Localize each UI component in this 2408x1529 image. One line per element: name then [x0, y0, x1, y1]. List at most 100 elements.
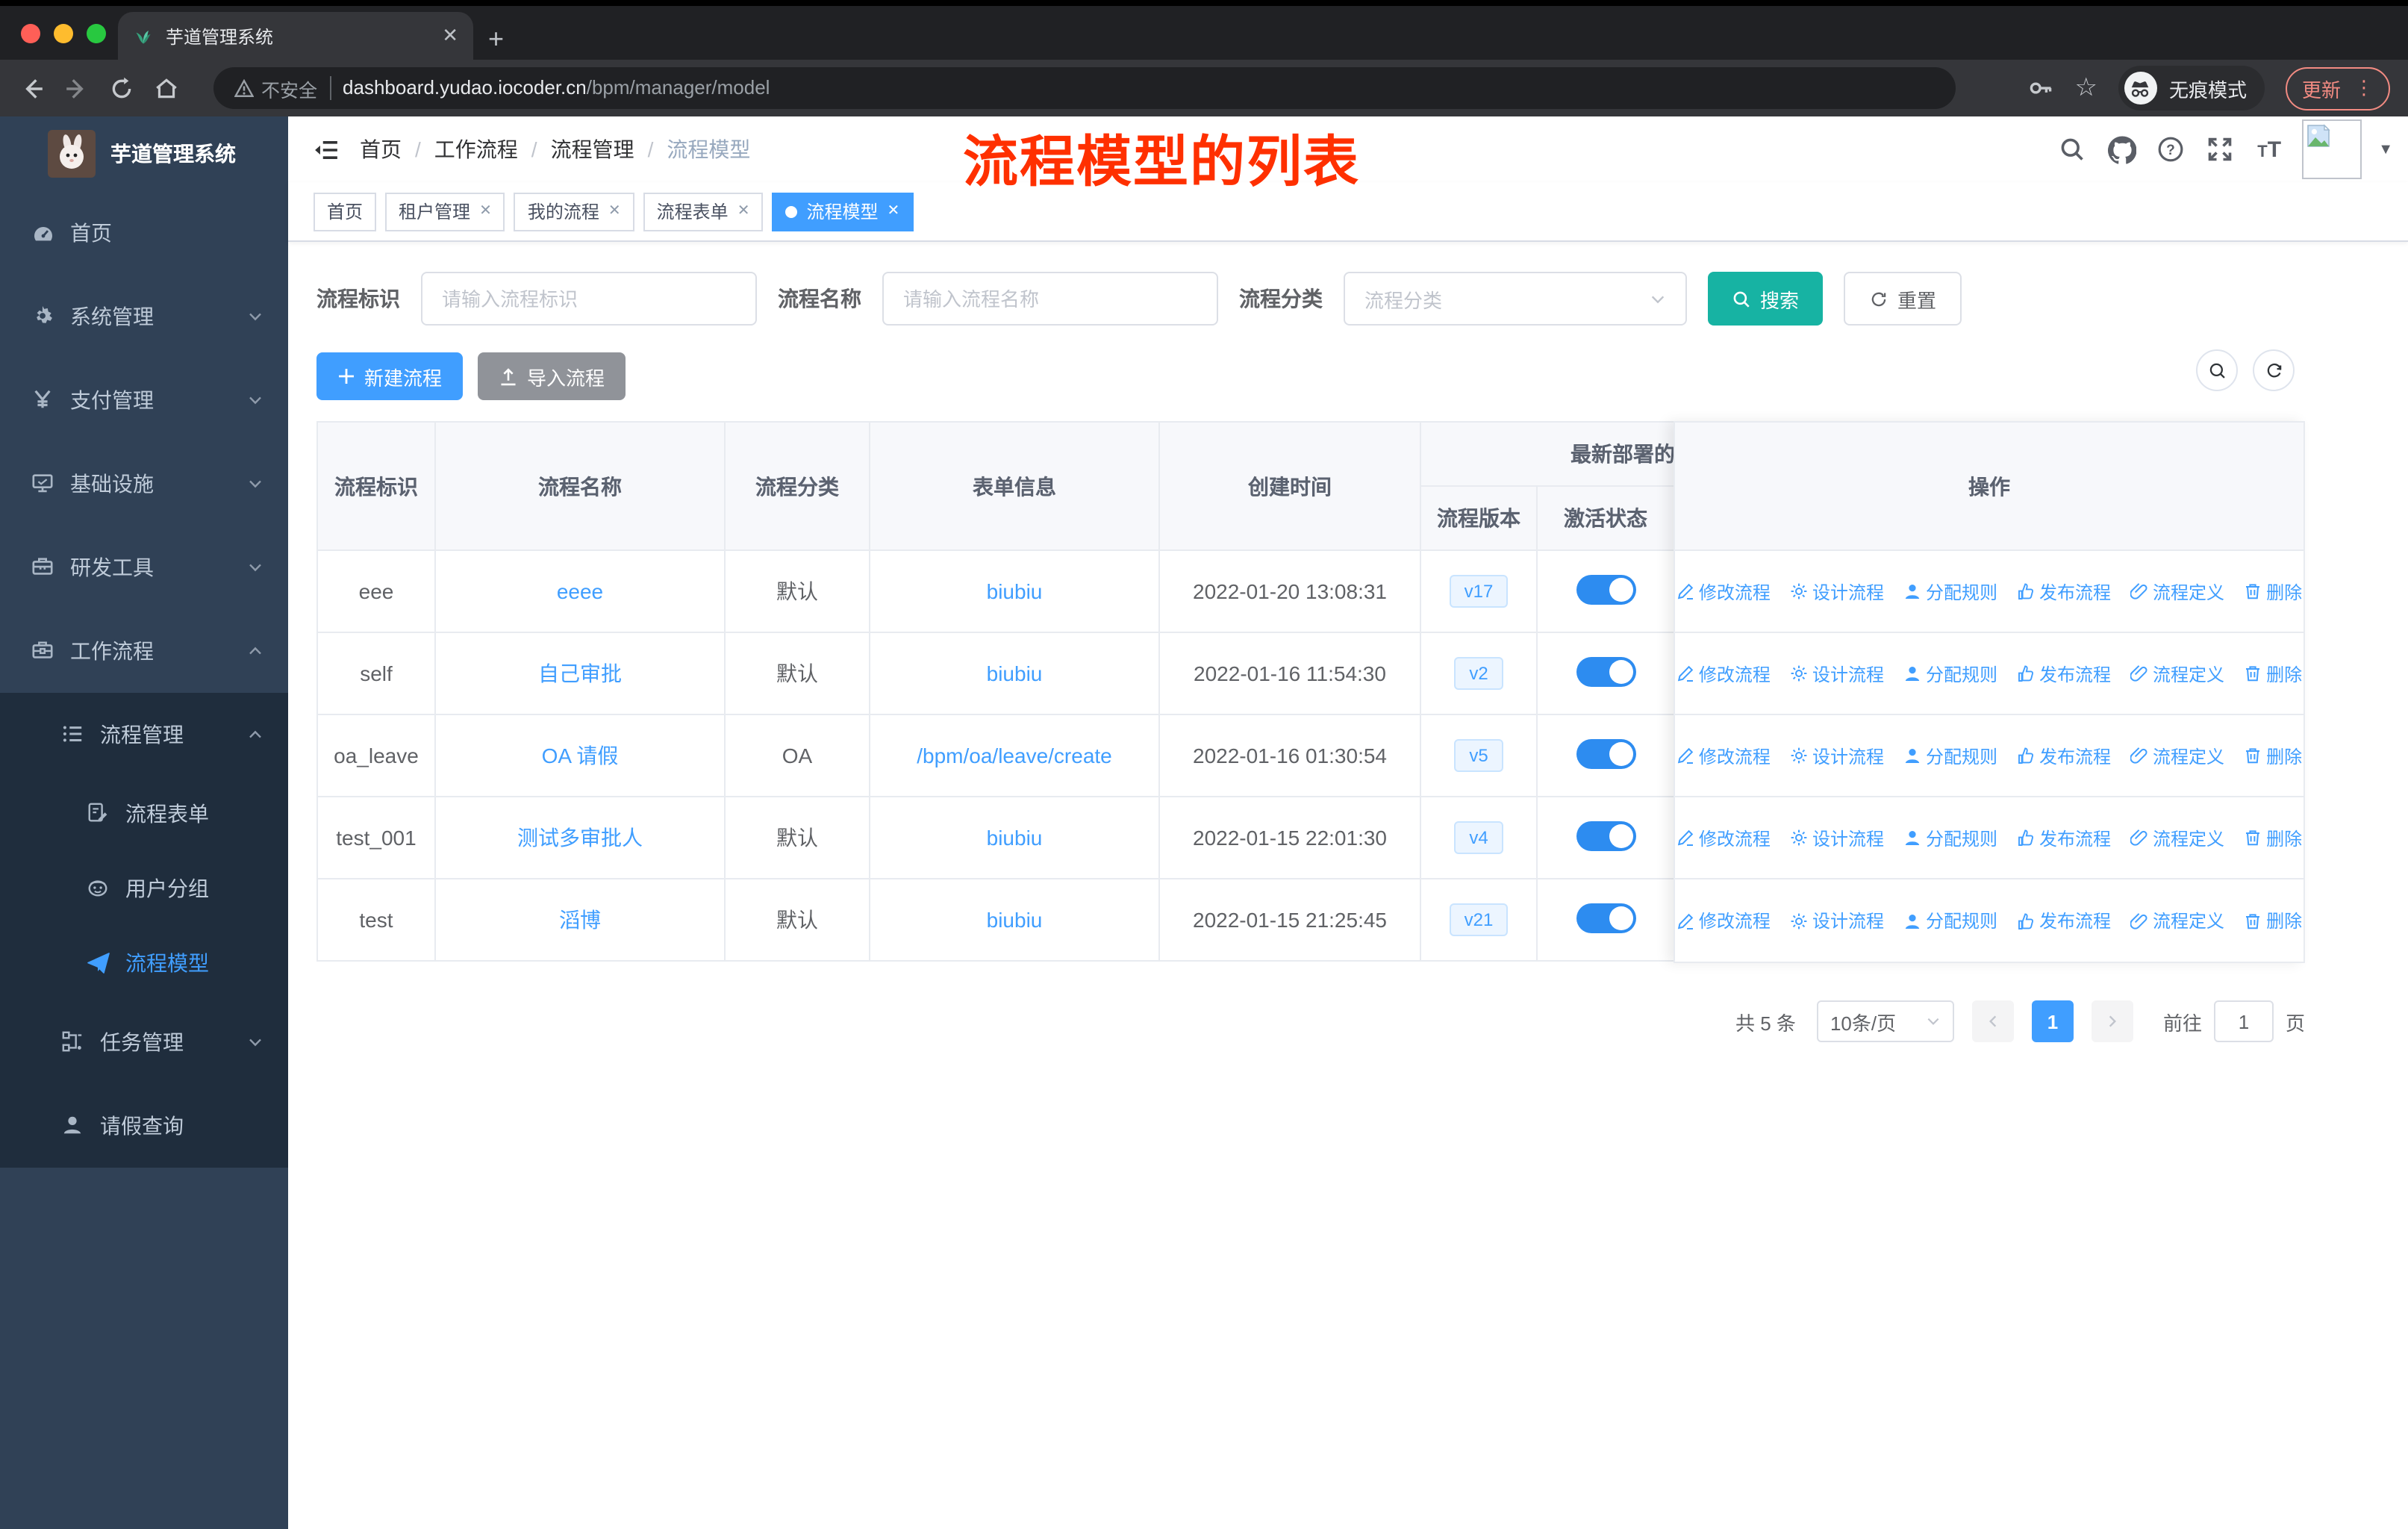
- breadcrumb-workflow[interactable]: 工作流程: [434, 134, 518, 164]
- sidebar-item-任务管理[interactable]: 任务管理: [0, 1000, 288, 1084]
- sidebar-item-工作流程[interactable]: 工作流程: [0, 609, 288, 693]
- action-设计流程[interactable]: 设计流程: [1790, 908, 1884, 933]
- tag-流程模型[interactable]: 流程模型 ✕: [772, 192, 914, 231]
- page-size-select[interactable]: 10条/页: [1816, 1000, 1954, 1042]
- action-分配规则[interactable]: 分配规则: [1903, 661, 1997, 686]
- breadcrumb-home[interactable]: 首页: [360, 134, 402, 164]
- active-toggle[interactable]: [1576, 656, 1635, 686]
- update-chip[interactable]: 更新 ⋮: [2285, 66, 2390, 110]
- sidebar-item-支付管理[interactable]: 支付管理: [0, 358, 288, 442]
- process-name-link[interactable]: OA 请假: [542, 744, 619, 767]
- toggle-search-button[interactable]: [2196, 349, 2238, 391]
- action-发布流程[interactable]: 发布流程: [2017, 661, 2111, 686]
- process-name-link[interactable]: 自己审批: [538, 661, 622, 685]
- process-name-link[interactable]: eeee: [557, 579, 603, 603]
- help-icon[interactable]: ?: [2154, 136, 2187, 163]
- tag-流程表单[interactable]: 流程表单 ✕: [643, 192, 764, 231]
- sidebar-item-请假查询[interactable]: 请假查询: [0, 1084, 288, 1168]
- action-发布流程[interactable]: 发布流程: [2017, 579, 2111, 604]
- process-name-link[interactable]: 测试多审批人: [517, 826, 643, 850]
- action-发布流程[interactable]: 发布流程: [2017, 743, 2111, 768]
- sidebar-item-流程表单[interactable]: 流程表单: [0, 776, 288, 851]
- process-name-link[interactable]: 滔博: [559, 908, 601, 932]
- window-controls[interactable]: [21, 24, 106, 43]
- action-删除[interactable]: 删除: [2244, 825, 2302, 850]
- form-info-link[interactable]: biubiu: [987, 661, 1043, 685]
- form-info-link[interactable]: biubiu: [987, 908, 1043, 932]
- action-分配规则[interactable]: 分配规则: [1903, 825, 1997, 850]
- close-window-button[interactable]: [21, 24, 40, 43]
- tag-首页[interactable]: 首页: [314, 192, 377, 231]
- action-修改流程[interactable]: 修改流程: [1676, 743, 1771, 768]
- tab-close-icon[interactable]: ✕: [442, 24, 458, 48]
- sidebar-item-用户分组[interactable]: 用户分组: [0, 851, 288, 926]
- app-logo[interactable]: 芋道管理系统: [0, 116, 288, 191]
- active-toggle[interactable]: [1576, 738, 1635, 768]
- sidebar-item-流程管理[interactable]: 流程管理: [0, 693, 288, 776]
- sidebar-item-基础设施[interactable]: 基础设施: [0, 442, 288, 526]
- avatar[interactable]: [2302, 119, 2362, 179]
- tag-close-icon[interactable]: ✕: [608, 203, 621, 219]
- action-流程定义[interactable]: 流程定义: [2130, 825, 2224, 850]
- sidebar-fold-icon[interactable]: [288, 137, 360, 162]
- action-设计流程[interactable]: 设计流程: [1790, 579, 1884, 604]
- action-删除[interactable]: 删除: [2244, 908, 2302, 933]
- sidebar-item-首页[interactable]: 首页: [0, 191, 288, 275]
- goto-page-input[interactable]: [2213, 1000, 2274, 1042]
- action-设计流程[interactable]: 设计流程: [1790, 743, 1884, 768]
- breadcrumb-process-manage[interactable]: 流程管理: [551, 134, 634, 164]
- action-发布流程[interactable]: 发布流程: [2017, 825, 2111, 850]
- fullscreen-icon[interactable]: [2203, 136, 2236, 163]
- refresh-table-button[interactable]: [2253, 349, 2295, 391]
- sidebar-item-系统管理[interactable]: 系统管理: [0, 275, 288, 358]
- bookmark-star-icon[interactable]: ☆: [2074, 73, 2097, 103]
- tag-租户管理[interactable]: 租户管理 ✕: [385, 192, 505, 231]
- action-分配规则[interactable]: 分配规则: [1903, 743, 1997, 768]
- active-toggle[interactable]: [1576, 574, 1635, 604]
- action-流程定义[interactable]: 流程定义: [2130, 743, 2224, 768]
- tag-我的流程[interactable]: 我的流程 ✕: [514, 192, 634, 231]
- minimize-window-button[interactable]: [54, 24, 73, 43]
- reload-icon[interactable]: [99, 75, 143, 101]
- avatar-caret-icon[interactable]: ▼: [2378, 141, 2393, 158]
- prev-page-button[interactable]: [1971, 1000, 2014, 1042]
- browser-menu-icon[interactable]: ⋮: [2354, 78, 2374, 97]
- tag-close-icon[interactable]: ✕: [737, 203, 750, 219]
- action-修改流程[interactable]: 修改流程: [1676, 825, 1771, 850]
- form-info-link[interactable]: /bpm/oa/leave/create: [917, 744, 1112, 767]
- new-tab-button[interactable]: +: [488, 25, 504, 52]
- form-info-link[interactable]: biubiu: [987, 826, 1043, 850]
- tag-close-icon[interactable]: ✕: [888, 203, 900, 219]
- action-设计流程[interactable]: 设计流程: [1790, 661, 1884, 686]
- address-bar[interactable]: 不安全 dashboard.yudao.iocoder.cn/bpm/manag…: [213, 67, 1956, 109]
- action-删除[interactable]: 删除: [2244, 661, 2302, 686]
- action-分配规则[interactable]: 分配规则: [1903, 908, 1997, 933]
- github-icon[interactable]: [2105, 135, 2138, 164]
- action-分配规则[interactable]: 分配规则: [1903, 579, 1997, 604]
- action-设计流程[interactable]: 设计流程: [1790, 825, 1884, 850]
- back-icon[interactable]: [9, 75, 54, 101]
- next-page-button[interactable]: [2091, 1000, 2133, 1042]
- action-修改流程[interactable]: 修改流程: [1676, 908, 1771, 933]
- import-process-button[interactable]: 导入流程: [478, 352, 626, 400]
- key-icon[interactable]: [2027, 75, 2053, 102]
- active-toggle[interactable]: [1576, 820, 1635, 850]
- search-button[interactable]: 搜索: [1708, 272, 1824, 326]
- forward-icon[interactable]: [54, 75, 99, 101]
- filter-name-input[interactable]: [882, 272, 1218, 326]
- action-删除[interactable]: 删除: [2244, 743, 2302, 768]
- action-发布流程[interactable]: 发布流程: [2017, 908, 2111, 933]
- sidebar-item-研发工具[interactable]: 研发工具: [0, 526, 288, 609]
- create-process-button[interactable]: 新建流程: [316, 352, 464, 400]
- filter-category-select[interactable]: 流程分类: [1344, 272, 1687, 326]
- action-修改流程[interactable]: 修改流程: [1676, 661, 1771, 686]
- action-流程定义[interactable]: 流程定义: [2130, 579, 2224, 604]
- zoom-window-button[interactable]: [87, 24, 106, 43]
- browser-tab[interactable]: 芋道管理系统 ✕: [118, 12, 473, 60]
- action-流程定义[interactable]: 流程定义: [2130, 908, 2224, 933]
- action-流程定义[interactable]: 流程定义: [2130, 661, 2224, 686]
- filter-key-input[interactable]: [421, 272, 757, 326]
- url-text[interactable]: dashboard.yudao.iocoder.cn/bpm/manager/m…: [343, 75, 770, 102]
- action-修改流程[interactable]: 修改流程: [1676, 579, 1771, 604]
- current-page-button[interactable]: 1: [2031, 1000, 2074, 1042]
